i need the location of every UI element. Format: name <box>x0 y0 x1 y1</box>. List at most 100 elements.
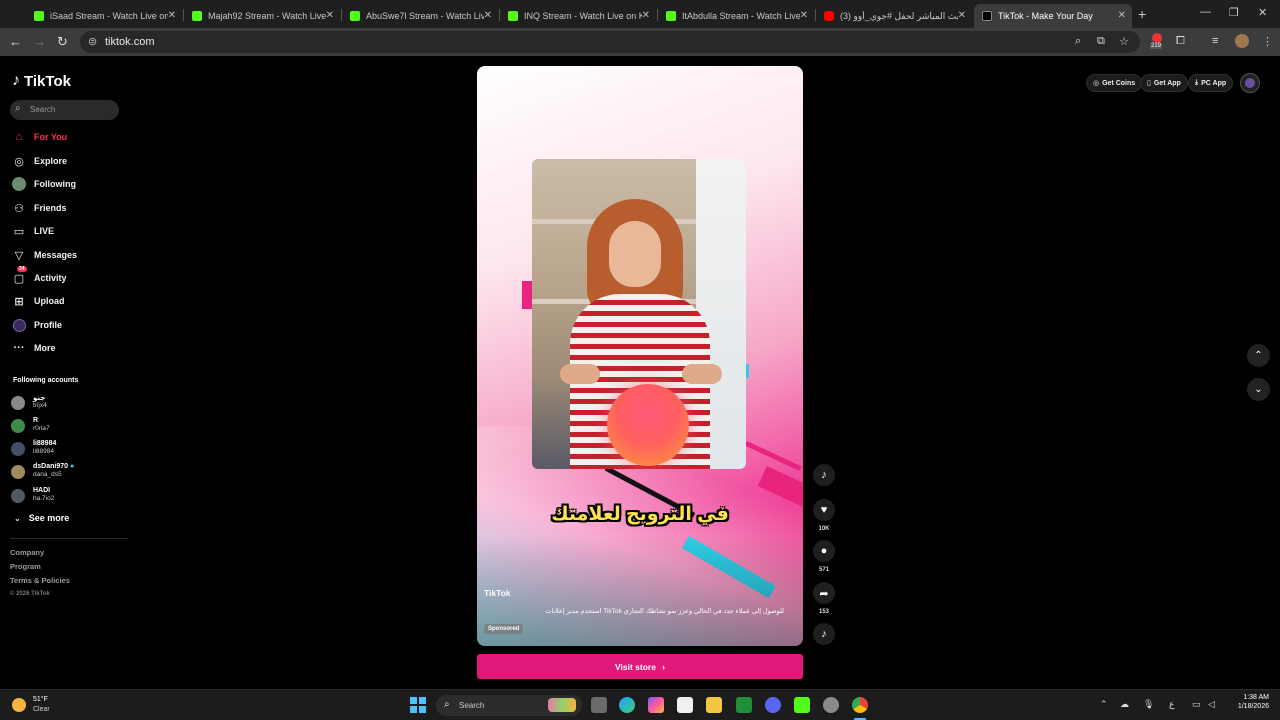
extension-dot-icon <box>1152 33 1162 43</box>
back-icon[interactable]: ← <box>9 34 22 49</box>
copilot-icon[interactable] <box>648 697 664 713</box>
search-input[interactable]: ⌕ Search <box>10 100 119 120</box>
more-icon: ··· <box>13 342 25 354</box>
extension-icon[interactable]: 219 <box>1150 33 1164 49</box>
chrome-icon[interactable] <box>852 697 868 713</box>
browser-tab[interactable]: Majah92 Stream - Watch Live o ✕ <box>184 4 340 28</box>
footer-link-terms[interactable]: Terms & Policies <box>10 576 70 585</box>
video-player[interactable]: في الترويج لعلامتك ◀ ··· TikTok للوصول إ… <box>477 66 803 646</box>
bookmark-star-icon[interactable]: ☆ <box>1119 35 1129 48</box>
comment-button[interactable]: ● <box>813 540 835 562</box>
forward-icon[interactable]: → <box>33 34 46 49</box>
browser-tab[interactable]: iSaad Stream - Watch Live on K ✕ <box>26 4 182 28</box>
account-handle: r0ria7 <box>33 425 50 432</box>
address-bar[interactable]: ⊜ tiktok.com <box>80 31 1140 53</box>
nav-friends[interactable]: ⚇ Friends <box>12 199 66 217</box>
language-icon[interactable]: ع <box>1169 699 1174 710</box>
nav-activity[interactable]: ▢ 24 Activity <box>12 266 67 287</box>
microphone-icon[interactable]: 🎙 <box>1143 699 1154 710</box>
zoom-icon[interactable]: ⌕ <box>1075 35 1081 48</box>
nav-messages[interactable]: ▽ Messages <box>12 246 77 264</box>
friends-icon: ⚇ <box>14 202 24 215</box>
minimize-window-button[interactable]: — <box>1200 6 1211 18</box>
clock-date: 1/18/2026 <box>1237 703 1269 710</box>
share-count: 153 <box>818 609 829 615</box>
visit-store-button[interactable]: Visit store › <box>477 654 803 679</box>
store-icon[interactable] <box>677 697 693 713</box>
show-hidden-icons-icon[interactable]: ⌃ <box>1100 699 1108 710</box>
close-tab-icon[interactable]: ✕ <box>642 10 650 21</box>
browser-profile-avatar[interactable] <box>1235 34 1249 48</box>
account-handle: ha.7io2 <box>33 495 55 502</box>
close-tab-icon[interactable]: ✕ <box>800 10 808 21</box>
tiktok-logo[interactable]: ♪ TikTok <box>12 72 71 90</box>
previous-video-button[interactable]: ⌃ <box>1247 344 1270 367</box>
sidebar-divider <box>10 538 128 539</box>
like-count: 10K <box>818 526 830 532</box>
nav-profile[interactable]: Profile <box>12 316 62 334</box>
activity-icon: ▢ 24 <box>13 266 27 285</box>
more-options-icon[interactable]: ··· <box>777 76 791 88</box>
search-placeholder: Search <box>30 105 56 114</box>
nav-label: Activity <box>34 273 67 283</box>
user-avatar[interactable] <box>1240 73 1260 93</box>
clock[interactable]: 1:38 AM 1/18/2026 <box>1225 694 1269 710</box>
settings-icon[interactable] <box>823 697 839 713</box>
nav-live[interactable]: ▭ LIVE <box>12 222 54 240</box>
get-app-button[interactable]: ▯ Get App <box>1140 74 1188 92</box>
nav-more[interactable]: ··· More <box>12 339 56 357</box>
new-tab-button[interactable]: + <box>1138 6 1146 22</box>
close-tab-icon[interactable]: ✕ <box>168 10 176 21</box>
music-disc-button[interactable]: ♪ <box>813 623 835 645</box>
nav-explore[interactable]: ◎ Explore <box>12 152 67 170</box>
close-tab-icon[interactable]: ✕ <box>484 10 492 21</box>
task-view-icon[interactable] <box>591 697 607 713</box>
restore-window-button[interactable]: ❐ <box>1229 6 1239 19</box>
next-video-button[interactable]: ⌄ <box>1247 378 1270 401</box>
home-icon: ⌂ <box>15 131 23 143</box>
media-control-icon[interactable]: ≡ <box>1212 35 1218 47</box>
kick-app-icon[interactable] <box>794 697 810 713</box>
get-coins-button[interactable]: ◎ Get Coins <box>1086 74 1143 92</box>
footer-link-company[interactable]: Company <box>10 548 44 557</box>
browser-tab[interactable]: INQ Stream - Watch Live on Ki ✕ <box>500 4 656 28</box>
browser-tab-active[interactable]: TikTok - Make Your Day ✕ <box>974 4 1132 28</box>
site-info-icon[interactable]: ⊜ <box>88 35 97 48</box>
start-button[interactable] <box>410 697 426 713</box>
volume-icon[interactable]: ◁ <box>1208 699 1215 710</box>
taskbar-search[interactable]: ⌕ Search <box>436 695 582 716</box>
browser-tab[interactable]: ItAbdulla Stream - Watch Live o ✕ <box>658 4 814 28</box>
nav-for-you[interactable]: ⌂ For You <box>12 128 68 146</box>
like-button[interactable]: ♥ <box>813 499 835 521</box>
kick-icon <box>666 11 676 21</box>
browser-tab[interactable]: (3) البث المباشر لحفل #جوي_أوو ✕ <box>816 4 972 28</box>
glowing-orb <box>607 384 689 466</box>
footer-link-program[interactable]: Program <box>10 562 41 571</box>
browser-menu-icon[interactable]: ⋮ <box>1262 35 1273 48</box>
xbox-icon[interactable] <box>736 697 752 713</box>
author-avatar-button[interactable]: ♪ <box>813 464 835 486</box>
pc-app-button[interactable]: ⤓ PC App <box>1188 74 1234 92</box>
account-name: R <box>33 417 39 424</box>
browser-tab[interactable]: AbuSwe7l Stream - Watch Live ✕ <box>342 4 498 28</box>
close-tab-icon[interactable]: ✕ <box>1118 10 1126 21</box>
close-tab-icon[interactable]: ✕ <box>958 10 966 21</box>
file-explorer-icon[interactable] <box>706 697 722 713</box>
close-window-button[interactable]: ✕ <box>1258 6 1267 19</box>
close-tab-icon[interactable]: ✕ <box>326 10 334 21</box>
share-button[interactable]: ➦ <box>813 582 835 604</box>
video-author[interactable]: TikTok <box>484 588 511 598</box>
mute-icon[interactable]: ◀ <box>488 78 496 89</box>
nav-label: Explore <box>34 156 68 166</box>
see-more-button[interactable]: ⌄ See more <box>14 513 69 523</box>
extensions-puzzle-icon[interactable]: ⧠ <box>1176 35 1185 48</box>
install-app-icon[interactable]: ⧉ <box>1097 35 1105 48</box>
url-text[interactable]: tiktok.com <box>105 36 155 48</box>
reload-icon[interactable]: ↻ <box>57 34 68 50</box>
edge-icon[interactable] <box>619 697 635 713</box>
discord-icon[interactable] <box>765 697 781 713</box>
network-icon[interactable]: ▭ <box>1192 699 1201 710</box>
nav-upload[interactable]: ⊞ Upload <box>12 292 64 310</box>
nav-following[interactable]: Following <box>12 175 76 193</box>
onedrive-icon[interactable]: ☁ <box>1120 699 1129 710</box>
